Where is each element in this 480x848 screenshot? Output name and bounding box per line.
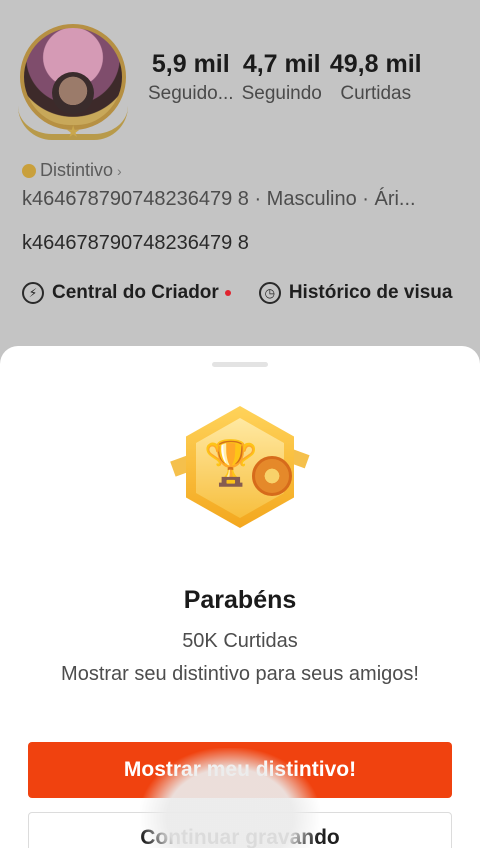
badge-link[interactable]: Distintivo › — [22, 160, 122, 181]
stat-followers[interactable]: 5,9 mil Seguido... — [148, 48, 234, 108]
stat-label: Curtidas — [340, 83, 412, 104]
badge-icon — [22, 163, 36, 178]
chevron-right-icon: › — [117, 162, 122, 179]
clock-icon: ◷ — [258, 282, 281, 304]
star-icon: ★ — [66, 124, 81, 141]
sheet-title: Parabéns — [183, 586, 297, 614]
user-id: k464678790748236479 8 — [22, 232, 249, 254]
stat-label: Seguido... — [148, 83, 234, 104]
avatar[interactable]: ★ — [14, 22, 132, 141]
profile-meta: k464678790748236479 8 · Masculino · Ári.… — [22, 188, 416, 210]
creator-center-label: Central do Criador — [52, 282, 219, 303]
stat-value: 5,9 mil — [151, 50, 230, 78]
trophy-badge-icon: 🏆 — [168, 406, 312, 530]
stat-value: 4,7 mil — [242, 50, 321, 78]
stat-value: 49,8 mil — [329, 50, 422, 78]
sheet-description: Mostrar seu distintivo para seus amigos! — [61, 663, 419, 685]
stat-following[interactable]: 4,7 mil Seguindo — [242, 48, 322, 108]
congrats-sheet: 🏆 Parabéns 50K Curtidas Mostrar seu dist… — [0, 346, 480, 848]
continue-recording-button[interactable]: Continuar gravando — [28, 812, 452, 848]
profile-actions: ⚡ Central do Criador ◷ Histórico de visu… — [22, 282, 480, 304]
film-reel-icon — [252, 456, 292, 496]
lightning-icon: ⚡ — [22, 282, 44, 304]
view-history-label: Histórico de visua — [288, 282, 453, 303]
notification-dot — [224, 290, 231, 296]
sheet-subtitle: 50K Curtidas — [182, 630, 298, 652]
show-badge-button[interactable]: Mostrar meu distintivo! — [28, 742, 452, 798]
profile-stats: 5,9 mil Seguido... 4,7 mil Seguindo 49,8… — [148, 48, 430, 108]
view-history-link[interactable]: ◷ Histórico de visua — [258, 282, 453, 304]
creator-center-link[interactable]: ⚡ Central do Criador — [22, 282, 231, 304]
profile-header: ★ 5,9 mil Seguido... 4,7 mil Seguindo 49… — [0, 0, 480, 360]
sheet-handle[interactable] — [212, 362, 268, 367]
stat-label: Seguindo — [241, 83, 322, 104]
stat-likes[interactable]: 49,8 mil Curtidas — [330, 48, 422, 108]
trophy-icon: 🏆 — [203, 439, 259, 488]
badge-label: Distintivo — [40, 160, 114, 180]
